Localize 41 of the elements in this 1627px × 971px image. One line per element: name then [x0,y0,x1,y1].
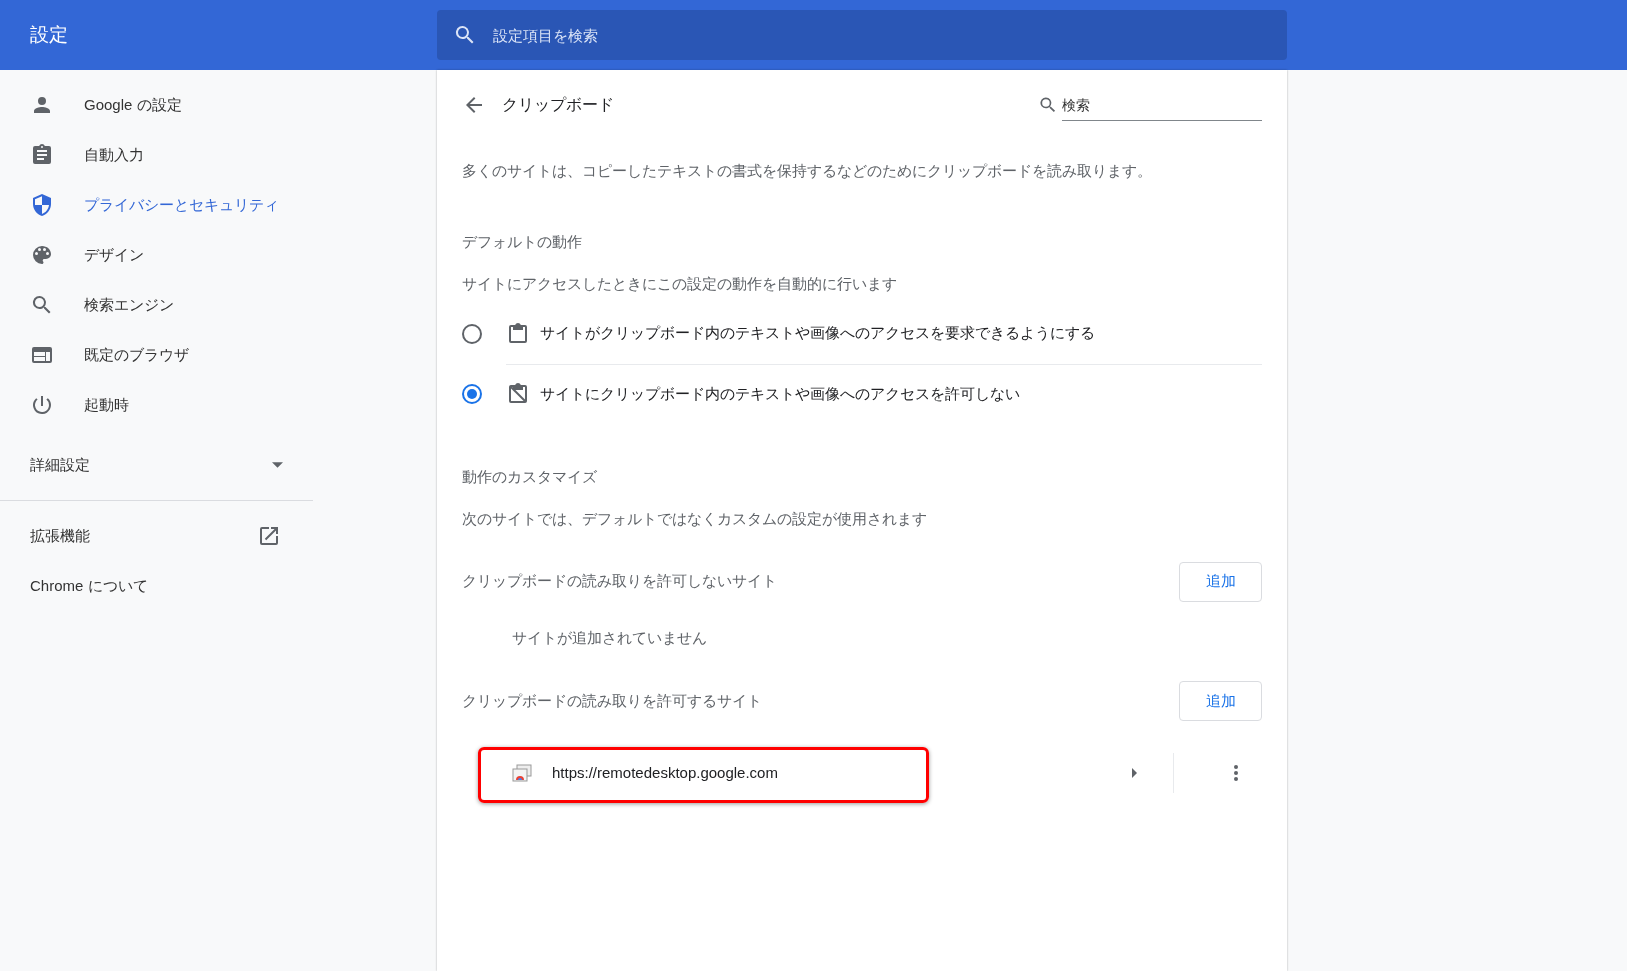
sidebar-item[interactable]: 自動入力 [0,130,313,180]
sidebar-link[interactable]: Chrome について [0,561,313,611]
shield-icon [30,193,54,217]
description-text: 多くのサイトは、コピーしたテキストの書式を保持するなどのためにクリップボードを読み取ります。 [462,161,1153,181]
add-button[interactable]: 追加 [1179,681,1262,721]
header-title: 設定 [30,23,68,45]
radio-button[interactable] [462,383,482,404]
external-link-icon [257,524,281,548]
advanced-settings-toggle[interactable]: 詳細設定 [0,440,313,490]
palette-icon [30,243,54,267]
section-heading: 動作のカスタマイズ [462,466,598,487]
sidebar-item[interactable]: 既定のブラウザ [0,330,313,380]
sidebar-item[interactable]: 起動時 [0,380,313,430]
section-subtitle: 次のサイトでは、デフォルトではなくカスタムの設定が使用されます [462,509,928,529]
list-heading: クリップボードの読み取りを許可しないサイト [462,571,777,592]
settings-search-field[interactable]: 設定項目を検索 [437,10,1287,60]
section-subtitle: サイトにアクセスしたときにこの設定の動作を自動的に行います [462,274,898,294]
power-icon [30,393,54,417]
page-title: クリップボード [502,95,615,115]
sidebar-link[interactable]: 拡張機能 [0,511,313,561]
page-search-field[interactable]: 検索 [1062,89,1262,121]
option-label: サイトがクリップボード内のテキストや画像へのアクセスを要求できるようにする [540,323,1095,344]
more-options-icon[interactable] [1234,765,1238,781]
dropdown-caret-icon [272,462,283,468]
option-label: サイトにクリップボード内のテキストや画像へのアクセスを許可しない [540,383,1020,404]
site-favicon-icon [512,764,532,782]
list-heading: クリップボードの読み取りを許可するサイト [462,690,762,711]
search-icon [1038,95,1058,115]
clipboard-icon [30,143,54,167]
expand-arrow-icon[interactable] [1132,768,1137,778]
empty-list-text: サイトが追加されていません [511,627,708,648]
section-heading: デフォルトの動作 [462,231,583,252]
sidebar-item[interactable]: 検索エンジン [0,280,313,330]
add-button[interactable]: 追加 [1179,561,1262,602]
sidebar-item[interactable]: プライバシーとセキュリティ [0,180,313,230]
site-url: https://remotedesktop.google.com [552,762,779,783]
clipboard-icon [506,321,530,346]
sidebar-item[interactable]: デザイン [0,230,313,280]
crossed-clipboard-icon [506,382,530,406]
sidebar-item[interactable]: Google の設定 [0,80,313,130]
radio-button[interactable] [462,323,482,344]
